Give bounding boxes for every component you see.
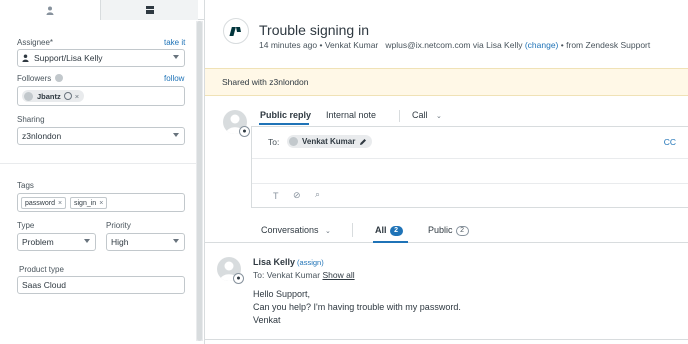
message-author: Lisa Kelly (assign) <box>253 257 324 267</box>
message-line: Hello Support, <box>253 289 311 299</box>
change-link[interactable]: (change) <box>525 40 559 50</box>
close-icon[interactable]: × <box>75 92 79 101</box>
zendesk-logo-icon <box>223 18 249 44</box>
divider <box>205 339 688 340</box>
type-label: Type <box>17 221 35 230</box>
section-divider <box>0 163 196 164</box>
conversations-dropdown[interactable]: Conversations ⌄ <box>261 225 331 235</box>
shared-with-banner: Shared with z3nlondon <box>205 68 688 96</box>
follower-chip[interactable]: Jbantz × <box>22 90 85 102</box>
priority-select[interactable]: High <box>106 233 185 251</box>
priority-label: Priority <box>106 221 131 230</box>
tag-chip[interactable]: sign_in × <box>70 197 108 209</box>
user-icon: ● <box>239 126 250 137</box>
assignee-value: Support/Lisa Kelly <box>34 53 103 63</box>
count-badge: 2 <box>389 226 403 236</box>
sharing-value: z3nlondon <box>22 131 62 141</box>
active-tab-indicator <box>259 123 309 125</box>
edit-icon[interactable] <box>359 138 367 146</box>
recipient-chip[interactable]: Venkat Kumar <box>287 135 373 148</box>
followers-label: Followers <box>17 74 64 83</box>
message-line: Can you help? I'm having trouble with my… <box>253 302 461 312</box>
ticket-properties-panel: Assignee* take it Support/Lisa Kelly Fol… <box>0 0 205 344</box>
conversation-filter-bar: Conversations ⌄ All 2 Public 2 <box>205 218 688 243</box>
scrollbar[interactable] <box>196 21 203 341</box>
assign-link[interactable]: (assign) <box>297 258 324 267</box>
text-format-icon[interactable]: T <box>273 191 279 201</box>
tab-call[interactable]: Call ⌄ <box>412 110 442 120</box>
active-tab-indicator <box>373 241 408 243</box>
avatar <box>289 137 298 146</box>
tab-internal-note[interactable]: Internal note <box>326 110 376 120</box>
message-recipients: To: Venkat Kumar Show all <box>253 270 355 280</box>
assignee-label: Assignee* <box>17 38 54 47</box>
chevron-down-icon <box>173 55 179 59</box>
user-icon <box>46 6 54 15</box>
take-it-link[interactable]: take it <box>164 38 185 47</box>
reply-composer: Public reply Internal note Call ⌄ To: Ve… <box>251 104 688 208</box>
follow-link[interactable]: follow <box>164 74 184 83</box>
tab-user[interactable] <box>0 0 100 20</box>
panel-tabs <box>0 0 205 20</box>
close-icon[interactable]: × <box>58 200 62 207</box>
divider <box>252 158 688 159</box>
attachment-icon[interactable]: ⊘ <box>293 190 301 201</box>
ticket-main: Trouble signing in 14 minutes ago • Venk… <box>205 0 688 344</box>
chevron-down-icon: ⌄ <box>436 113 442 120</box>
followers-field[interactable]: Jbantz × <box>17 86 185 106</box>
chevron-down-icon <box>173 133 179 137</box>
assignee-select[interactable]: Support/Lisa Kelly <box>17 49 185 67</box>
chevron-down-icon <box>84 239 90 243</box>
search-icon[interactable]: ⌕ <box>315 189 320 200</box>
close-icon[interactable]: × <box>99 200 103 207</box>
product-type-label: Product type <box>19 265 64 274</box>
type-value: Problem <box>22 237 54 247</box>
scrollbar-thumb[interactable] <box>197 21 202 341</box>
tags-field[interactable]: password × sign_in × <box>17 193 185 212</box>
info-icon <box>63 92 72 100</box>
sharing-label: Sharing <box>17 115 45 124</box>
type-select[interactable]: Problem <box>17 233 96 251</box>
ticket-meta: 14 minutes ago • Venkat Kumar wplus@ix.n… <box>259 40 651 50</box>
chevron-down-icon: ⌄ <box>325 228 331 235</box>
count-badge: 2 <box>455 226 469 236</box>
tab-public-reply[interactable]: Public reply <box>260 110 311 120</box>
divider <box>399 110 400 122</box>
tags-label: Tags <box>17 181 34 190</box>
tag-chip[interactable]: password × <box>21 197 67 209</box>
user-icon <box>22 54 29 62</box>
user-icon: ● <box>233 273 244 284</box>
product-type-value: Saas Cloud <box>22 280 66 290</box>
avatar <box>24 91 33 101</box>
sharing-select[interactable]: z3nlondon <box>17 127 185 145</box>
ticket-title: Trouble signing in <box>259 22 369 38</box>
divider <box>252 183 688 184</box>
product-type-field[interactable]: Saas Cloud <box>17 276 185 294</box>
cc-button[interactable]: CC <box>664 137 676 147</box>
show-all-link[interactable]: Show all <box>322 270 354 280</box>
message-line: Venkat <box>253 315 281 325</box>
chevron-down-icon <box>173 239 179 243</box>
filter-public[interactable]: Public 2 <box>428 225 469 236</box>
to-label: To: <box>268 137 280 147</box>
composer-box[interactable]: To: Venkat Kumar CC T ⊘ ⌕ <box>251 126 688 208</box>
info-icon <box>55 74 64 82</box>
filter-all[interactable]: All 2 <box>375 225 403 236</box>
tab-apps[interactable] <box>100 0 198 20</box>
divider <box>352 223 353 237</box>
priority-value: High <box>111 237 129 247</box>
apps-icon <box>145 6 154 14</box>
